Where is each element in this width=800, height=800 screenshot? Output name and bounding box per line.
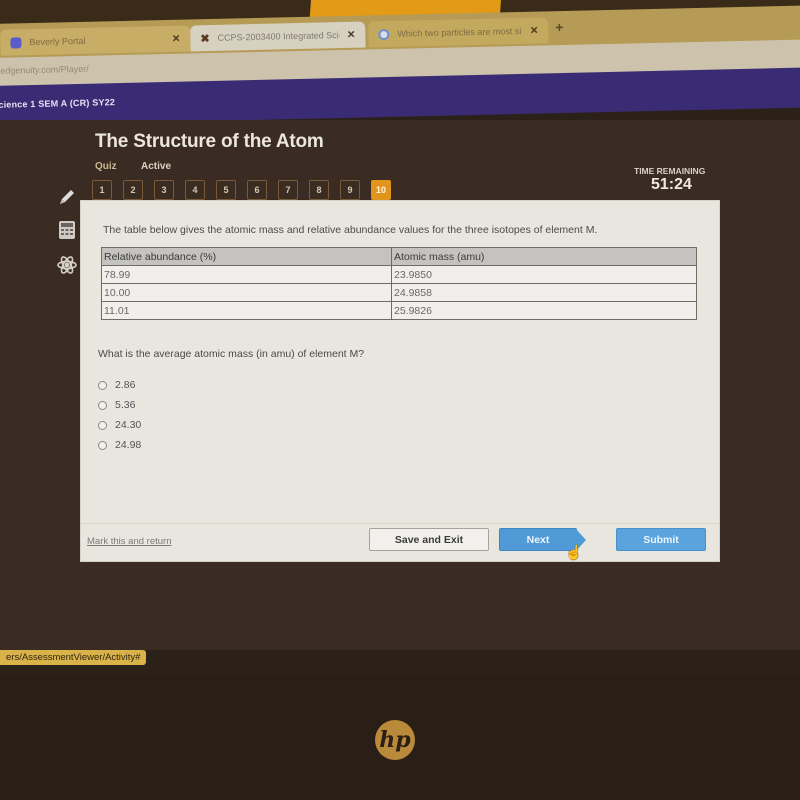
portal-c-icon xyxy=(10,36,22,49)
table-row: 78.99 23.9850 xyxy=(101,265,697,284)
google-icon xyxy=(378,28,390,40)
radio-button[interactable] xyxy=(98,420,107,430)
radio-button[interactable] xyxy=(98,400,107,410)
table-cell: 11.01 xyxy=(101,301,392,320)
isotope-table: Relative abundance (%) Atomic mass (amu)… xyxy=(101,247,697,320)
calculator-icon[interactable] xyxy=(56,219,78,241)
table-cell: 24.9858 xyxy=(391,283,697,302)
activity-type: Quiz xyxy=(95,161,117,172)
question-nav: 1 2 3 4 5 6 7 8 9 10 xyxy=(92,180,391,200)
question-nav-item-1[interactable]: 1 xyxy=(92,180,112,200)
answer-choice[interactable]: 5.36 xyxy=(98,395,141,415)
answer-choice[interactable]: 24.98 xyxy=(98,435,141,455)
choice-label: 24.98 xyxy=(115,439,142,451)
answer-choice[interactable]: 2.86 xyxy=(98,375,141,395)
question-prompt: The table below gives the atomic mass an… xyxy=(103,224,598,236)
url-text: edgenuity.com/Player/ xyxy=(0,63,89,76)
question-nav-item-7[interactable]: 7 xyxy=(278,180,298,200)
choice-label: 2.86 xyxy=(115,379,136,391)
choice-label: 24.30 xyxy=(115,419,142,431)
close-tab-icon[interactable]: ✕ xyxy=(172,33,181,44)
status-bar-url: ers/AssessmentViewer/Activity# xyxy=(0,650,147,665)
hp-logo-icon: hp xyxy=(375,720,415,760)
close-tab-icon[interactable]: ✕ xyxy=(530,25,539,36)
question-nav-item-8[interactable]: 8 xyxy=(309,180,329,200)
close-tab-icon[interactable]: ✕ xyxy=(347,29,356,40)
table-cell: 10.00 xyxy=(101,283,392,302)
browser-tab[interactable]: Beverly Portal ✕ xyxy=(0,25,191,56)
atom-icon[interactable] xyxy=(56,254,78,276)
choice-label: 5.36 xyxy=(115,399,136,411)
timer-label: TIME REMAINING xyxy=(634,166,706,176)
table-row: 11.01 25.9826 xyxy=(101,301,697,320)
submit-button[interactable]: Submit xyxy=(616,528,706,551)
browser-tab-active[interactable]: ✖ CCPS-2003400 Integrated Scien ✕ xyxy=(190,21,366,52)
save-and-exit-button[interactable]: Save and Exit xyxy=(369,528,489,551)
answer-choice[interactable]: 24.30 xyxy=(98,415,141,435)
edgenuity-x-icon: ✖ xyxy=(200,32,210,45)
answer-choices: 2.86 5.36 24.30 24.98 xyxy=(98,375,141,455)
question-nav-item-3[interactable]: 3 xyxy=(154,180,174,200)
hand-cursor-icon: ☝ xyxy=(565,544,583,560)
table-header-row: Relative abundance (%) Atomic mass (amu) xyxy=(101,247,697,266)
table-header: Relative abundance (%) xyxy=(101,247,392,266)
table-cell: 25.9826 xyxy=(391,301,697,320)
question-nav-item-2[interactable]: 2 xyxy=(123,180,143,200)
mark-and-return-link[interactable]: Mark this and return xyxy=(87,536,171,547)
tab-title: Beverly Portal xyxy=(29,35,86,48)
table-cell: 78.99 xyxy=(101,265,392,284)
table-row: 10.00 24.9858 xyxy=(101,283,697,302)
tab-title: Which two particles are most si xyxy=(397,25,522,39)
screen: Beverly Portal ✕ ✖ CCPS-2003400 Integrat… xyxy=(0,0,800,800)
tab-title: CCPS-2003400 Integrated Scien xyxy=(217,30,340,43)
question-nav-item-5[interactable]: 5 xyxy=(216,180,236,200)
radio-button[interactable] xyxy=(98,380,107,390)
radio-button[interactable] xyxy=(98,440,107,450)
activity-title: The Structure of the Atom xyxy=(95,131,324,152)
activity-status: Active xyxy=(141,161,172,172)
question-nav-item-6[interactable]: 6 xyxy=(247,180,267,200)
question-text: What is the average atomic mass (in amu)… xyxy=(98,348,365,360)
question-nav-item-4[interactable]: 4 xyxy=(185,180,205,200)
question-panel: The table below gives the atomic mass an… xyxy=(80,200,720,562)
table-cell: 23.9850 xyxy=(391,265,697,284)
panel-footer: Mark this and return Save and Exit Next … xyxy=(81,523,719,561)
pencil-icon[interactable] xyxy=(56,186,78,208)
timer-value: 51:24 xyxy=(651,176,692,193)
new-tab-button[interactable]: + xyxy=(555,19,564,35)
browser-tab[interactable]: Which two particles are most si ✕ xyxy=(368,17,549,48)
table-header: Atomic mass (amu) xyxy=(391,247,697,266)
course-title: cience 1 SEM A (CR) SY22 xyxy=(0,97,116,110)
question-nav-item-10[interactable]: 10 xyxy=(371,180,391,200)
question-nav-item-9[interactable]: 9 xyxy=(340,180,360,200)
